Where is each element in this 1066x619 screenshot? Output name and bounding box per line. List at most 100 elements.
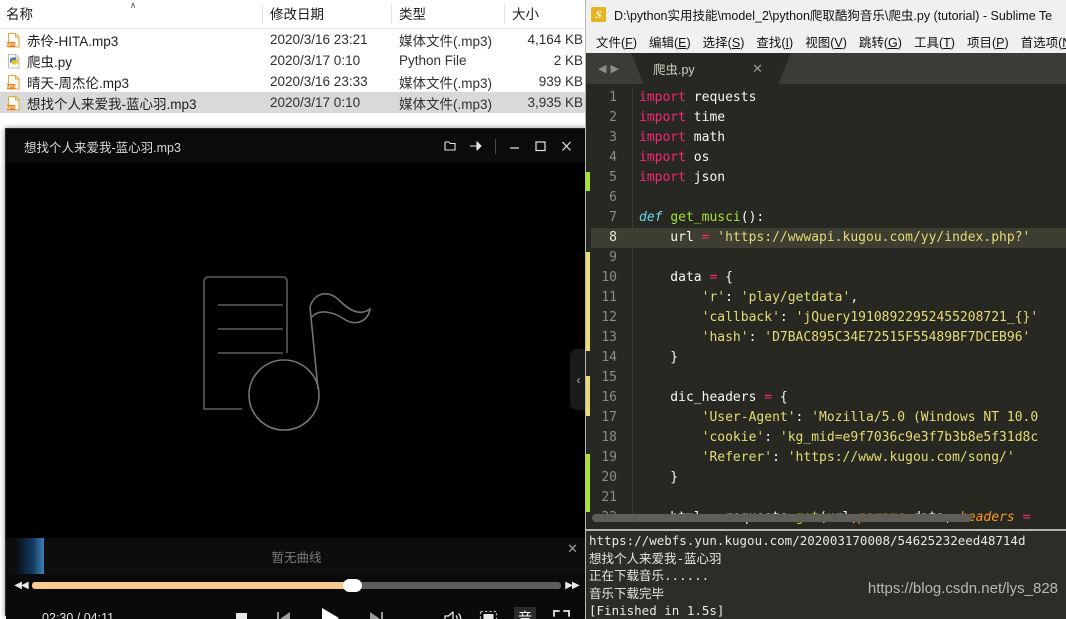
file-name-cell: MP3 想找个人来爱我-蓝心羽.mp3 xyxy=(0,93,262,113)
tab-crawler-py[interactable]: 爬虫.py ✕ xyxy=(631,53,791,84)
code-line[interactable]: 21 xyxy=(591,487,1066,509)
stop-button[interactable] xyxy=(234,611,249,619)
console-line-0: https://webfs.yun.kugou.com/202003170008… xyxy=(589,533,1026,548)
close-icon[interactable] xyxy=(553,133,579,159)
code-line[interactable]: 6 xyxy=(591,187,1066,209)
column-header-size[interactable]: 大小 xyxy=(504,0,595,28)
progress-fill xyxy=(32,581,353,589)
code-text: url = 'https://wwwapi.kugou.com/yy/index… xyxy=(629,227,1030,249)
code-line[interactable]: 14 } xyxy=(591,347,1066,369)
code-line[interactable]: 8 url = 'https://wwwapi.kugou.com/yy/ind… xyxy=(591,227,1066,249)
file-name-cell: 爬虫.py xyxy=(0,51,262,71)
code-line[interactable]: 13 'hash': 'D7BAC895C34E72515F55489BF7DC… xyxy=(591,327,1066,349)
menu-item-4[interactable]: 视图(V) xyxy=(799,32,853,51)
code-line[interactable]: 12 'callback': 'jQuery191089229524552087… xyxy=(591,307,1066,329)
column-label-type: 类型 xyxy=(399,7,426,22)
menu-item-8[interactable]: 首选项(N xyxy=(1015,32,1066,51)
code-line[interactable]: 7 def get_musci(): xyxy=(591,207,1066,229)
code-line[interactable]: 18 'cookie': 'kg_mid=e9f7036c9e3f7b3b8e5… xyxy=(591,427,1066,449)
line-number: 5 xyxy=(609,170,617,185)
code-line[interactable]: 4 import os xyxy=(591,147,1066,169)
minimize-icon[interactable] xyxy=(501,133,527,159)
column-header-date[interactable]: 修改日期 xyxy=(262,0,391,28)
next-track-button[interactable] xyxy=(368,610,385,619)
horizontal-scrollbar[interactable] xyxy=(592,514,972,522)
file-row[interactable]: 爬虫.py 2020/3/17 0:10 Python File 2 KB xyxy=(0,50,595,71)
previous-track-button[interactable] xyxy=(275,610,292,619)
code-editor[interactable]: 1 import requests 2 import time 3 import math… xyxy=(586,84,1066,524)
code-line[interactable]: 9 xyxy=(591,247,1066,269)
git-gutter-mark-3 xyxy=(586,454,590,512)
menu-item-5[interactable]: 跳转(G) xyxy=(853,32,908,51)
audio-track-button[interactable]: 音 xyxy=(514,607,536,619)
file-date-cell: 2020/3/16 23:33 xyxy=(270,74,368,89)
player-title-text: 想找个人来爱我-蓝心羽.mp3 xyxy=(24,140,181,155)
code-line[interactable]: 15 xyxy=(591,367,1066,389)
menu-item-2[interactable]: 选择(S) xyxy=(697,32,751,51)
code-line[interactable]: 10 data = { xyxy=(591,267,1066,289)
menu-item-3[interactable]: 查找(I) xyxy=(750,32,799,51)
svg-text:MP3: MP3 xyxy=(7,84,16,89)
code-line[interactable]: 17 'User-Agent': 'Mozilla/5.0 (Windows N… xyxy=(591,407,1066,429)
open-folder-icon[interactable] xyxy=(437,133,463,159)
maximize-icon[interactable] xyxy=(527,133,553,159)
player-control-bar: 02:30 / 04:11 音 xyxy=(6,596,587,619)
menu-item-1[interactable]: 编辑(E) xyxy=(643,32,697,51)
progress-slider[interactable] xyxy=(32,578,561,592)
file-date-cell: 2020/3/17 0:10 xyxy=(270,95,361,110)
fast-forward-icon[interactable]: ▶▶ xyxy=(564,580,580,591)
volume-icon[interactable] xyxy=(443,610,463,619)
play-button[interactable] xyxy=(318,606,342,619)
file-row[interactable]: MP3 想找个人来爱我-蓝心羽.mp3 2020/3/17 0:10 媒体文件(.mp… xyxy=(0,92,595,113)
player-video-stage[interactable]: ‹ xyxy=(6,163,587,538)
build-output-console[interactable]: https://webfs.yun.kugou.com/202003170008… xyxy=(586,529,1066,619)
console-line-4: [Finished in 1.5s] xyxy=(589,603,725,618)
code-text: } xyxy=(629,467,678,489)
explorer-column-header: 名称 ∧ 修改日期 类型 大小 xyxy=(0,0,595,29)
menu-item-6[interactable]: 工具(T) xyxy=(908,32,961,51)
code-line[interactable]: 5 import json xyxy=(591,167,1066,189)
fullscreen-icon[interactable] xyxy=(552,609,571,619)
progress-knob[interactable] xyxy=(343,578,363,592)
player-title-bar: 想找个人来爱我-蓝心羽.mp3 xyxy=(6,129,587,163)
code-line[interactable]: 2 import time xyxy=(591,107,1066,129)
file-row[interactable]: MP3 赤伶-HITA.mp3 2020/3/16 23:21 媒体文件(.mp3) 4… xyxy=(0,29,595,50)
git-gutter-mark-2 xyxy=(586,376,590,416)
column-label-name: 名称 xyxy=(6,7,33,22)
code-text xyxy=(629,487,639,509)
column-header-type[interactable]: 类型 xyxy=(391,0,504,28)
code-line[interactable]: 19 'Referer': 'https://www.kugou.com/son… xyxy=(591,447,1066,469)
file-name-cell: MP3 晴天-周杰伦.mp3 xyxy=(0,72,262,92)
waveform-close-icon[interactable]: ✕ xyxy=(567,541,578,557)
code-line[interactable]: 20 } xyxy=(591,467,1066,489)
tab-close-icon[interactable]: ✕ xyxy=(752,61,763,77)
file-name-text: 晴天-周杰伦.mp3 xyxy=(27,75,130,91)
code-lines[interactable]: 1 import requests 2 import time 3 import math… xyxy=(591,84,1066,524)
mp3-file-icon: MP3 xyxy=(6,74,22,90)
sublime-tab-bar: ◀ ▶ 爬虫.py ✕ xyxy=(586,53,1066,84)
rewind-icon[interactable]: ◀◀ xyxy=(13,580,29,591)
line-number: 20 xyxy=(601,470,617,485)
line-number: 17 xyxy=(601,410,617,425)
code-text: 'hash': 'D7BAC895C34E72515F55489BF7DCEB9… xyxy=(629,327,1030,349)
file-row[interactable]: MP3 晴天-周杰伦.mp3 2020/3/16 23:33 媒体文件(.mp3) 93… xyxy=(0,71,595,92)
file-size-cell: 3,935 KB xyxy=(527,95,583,110)
code-line[interactable]: 3 import math xyxy=(591,127,1066,149)
code-text xyxy=(629,367,639,389)
nav-forward-icon[interactable]: ▶ xyxy=(611,62,619,75)
column-label-date: 修改日期 xyxy=(270,7,324,22)
pin-on-top-icon[interactable] xyxy=(463,133,489,159)
file-type-cell: 媒体文件(.mp3) xyxy=(399,33,493,49)
sublime-text-window: S D:\python实用技能\model_2\python爬取酷狗音乐\爬虫.… xyxy=(585,0,1066,619)
code-text: data = { xyxy=(629,267,733,289)
code-line[interactable]: 1 import requests xyxy=(591,87,1066,109)
menu-item-7[interactable]: 项目(P) xyxy=(961,32,1015,51)
line-number: 14 xyxy=(601,350,617,365)
nav-back-icon[interactable]: ◀ xyxy=(598,62,606,75)
screenshot-icon[interactable] xyxy=(479,610,498,619)
tab-nav-arrows[interactable]: ◀ ▶ xyxy=(586,53,631,84)
menu-item-0[interactable]: 文件(F) xyxy=(590,32,643,51)
code-line[interactable]: 16 dic_headers = { xyxy=(591,387,1066,409)
sort-ascending-icon[interactable]: ∧ xyxy=(128,1,138,10)
code-line[interactable]: 11 'r': 'play/getdata', xyxy=(591,287,1066,309)
